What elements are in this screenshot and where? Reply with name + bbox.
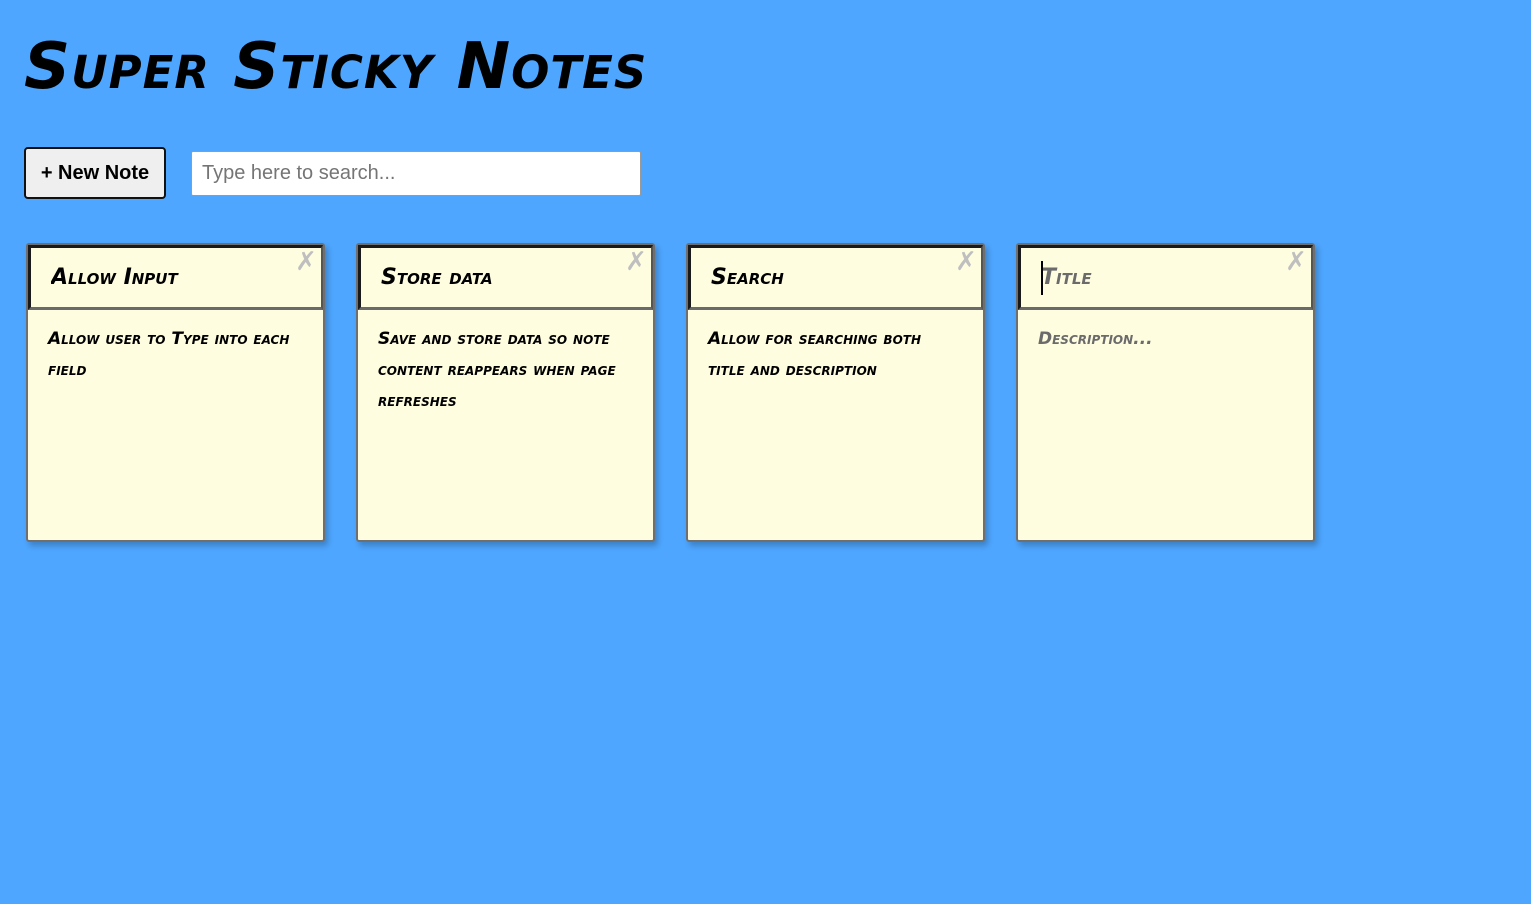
note-description-input[interactable]: Allow user to Type into each field [28,310,323,540]
note-description-input[interactable] [1018,310,1313,540]
note-title-input[interactable] [688,245,983,310]
app-title: Super Sticky Notes [24,30,648,104]
note-title-input[interactable] [1018,245,1313,310]
note-card: ✗ [1016,243,1315,542]
note-description-input[interactable]: Save and store data so note content reap… [358,310,653,540]
note-description-input[interactable]: Allow for searching both title and descr… [688,310,983,540]
search-input[interactable] [191,151,641,196]
delete-note-icon[interactable]: ✗ [1283,249,1309,275]
note-title-input[interactable] [28,245,323,310]
delete-note-icon[interactable]: ✗ [293,249,319,275]
note-card: ✗ Save and store data so note content re… [356,243,655,542]
delete-note-icon[interactable]: ✗ [623,249,649,275]
note-card: ✗ Allow for searching both title and des… [686,243,985,542]
note-title-input[interactable] [358,245,653,310]
text-cursor [1041,261,1043,295]
delete-note-icon[interactable]: ✗ [953,249,979,275]
note-card: ✗ Allow user to Type into each field [26,243,325,542]
new-note-button[interactable]: + New Note [24,147,166,199]
